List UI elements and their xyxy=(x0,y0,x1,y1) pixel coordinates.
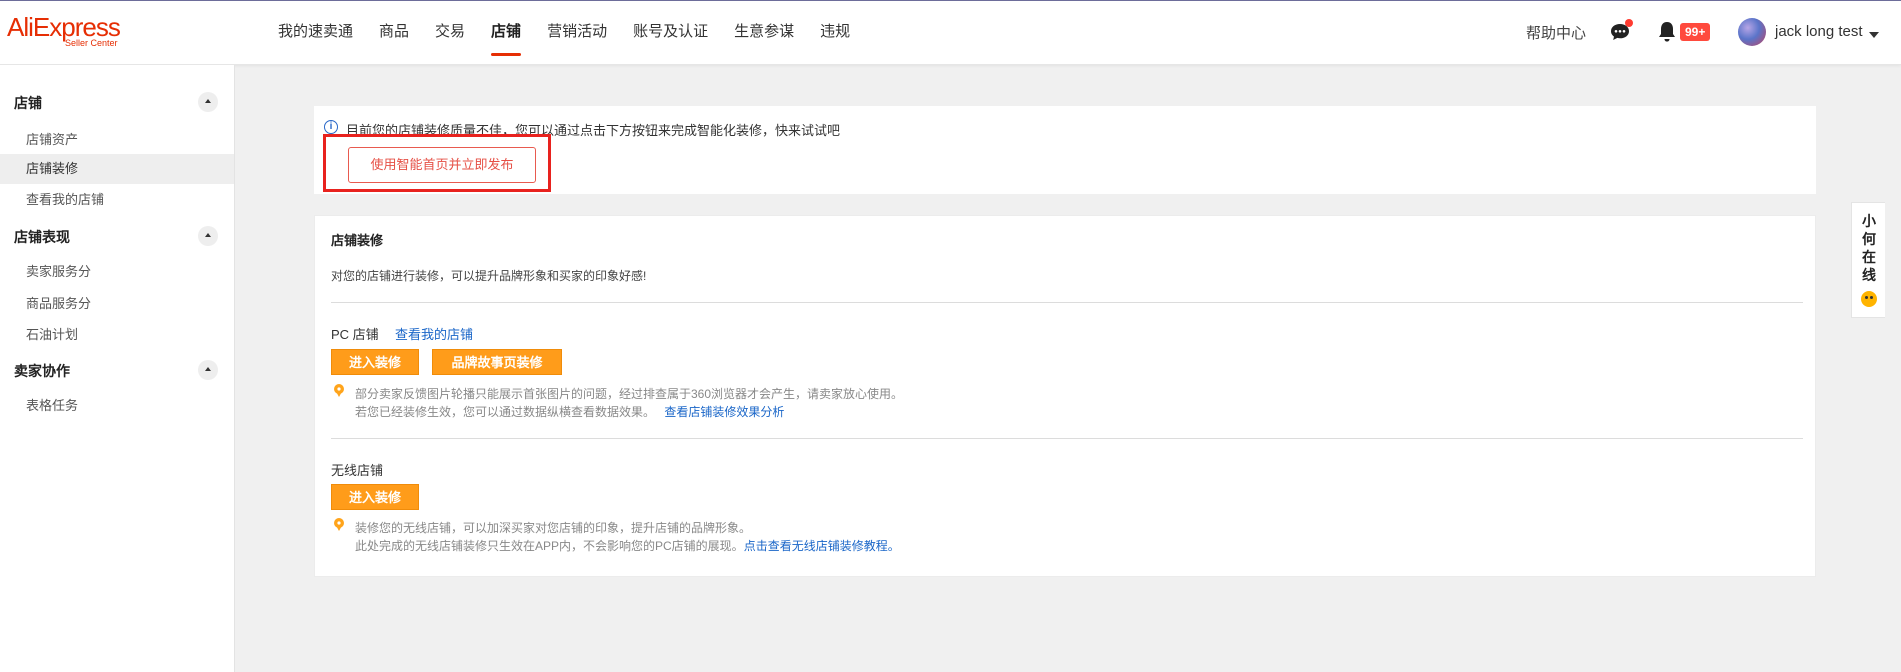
wireless-store-label: 无线店铺 xyxy=(331,463,384,478)
widget-char: 线 xyxy=(1862,267,1876,283)
collapse-performance-icon[interactable] xyxy=(198,226,218,246)
sidebar-item-store-assets[interactable]: 店铺资产 xyxy=(0,125,234,155)
pc-tip-line-1: 部分卖家反馈图片轮播只能展示首张图片的问题，经过排查属于360浏览器才会产生，请… xyxy=(355,387,904,401)
smart-decoration-notice: i 目前您的店铺装修质量不佳，您可以通过点击下方按钮来完成智能化装修，快来试试吧… xyxy=(314,106,1816,194)
sidebar-item-product-service-score[interactable]: 商品服务分 xyxy=(0,289,234,319)
pc-store-label: PC 店铺 xyxy=(331,327,379,342)
pc-enter-decoration-button[interactable]: 进入装修 xyxy=(331,349,419,375)
main-nav: 我的速卖通 商品 交易 店铺 营销活动 账号及认证 生意参谋 违规 xyxy=(278,0,876,64)
sidebar-group-store-performance[interactable]: 店铺表现 xyxy=(14,227,70,247)
user-name[interactable]: jack long test xyxy=(1775,23,1863,40)
decoration-analysis-link[interactable]: 查看店铺装修效果分析 xyxy=(664,405,784,419)
message-unread-dot xyxy=(1625,19,1633,27)
widget-char: 何 xyxy=(1862,231,1876,247)
nav-item-my-aliexpress[interactable]: 我的速卖通 xyxy=(278,0,353,64)
sidebar: 店铺 店铺资产 店铺装修 查看我的店铺 店铺表现 卖家服务分 商品服务分 石油计… xyxy=(0,65,235,672)
collapse-store-icon[interactable] xyxy=(198,92,218,112)
bulb-tip-icon xyxy=(334,384,344,397)
avatar[interactable] xyxy=(1738,18,1766,46)
wireless-tip-line-2: 此处完成的无线店铺装修只生效在APP内，不会影响您的PC店铺的展现。点击查看无线… xyxy=(355,537,900,554)
view-my-store-link[interactable]: 查看我的店铺 xyxy=(395,324,473,343)
use-smart-homepage-button[interactable]: 使用智能首页并立即发布 xyxy=(348,147,536,183)
collapse-collaboration-icon[interactable] xyxy=(198,360,218,380)
chevron-down-icon[interactable] xyxy=(1869,32,1879,38)
sidebar-item-store-decoration[interactable]: 店铺装修 xyxy=(0,154,234,184)
nav-item-account[interactable]: 账号及认证 xyxy=(633,0,708,64)
logo-brand: AliExpress xyxy=(7,12,121,42)
panel-title: 店铺装修 xyxy=(331,233,384,248)
top-bar: AliExpress Seller Center 我的速卖通 商品 交易 店铺 … xyxy=(0,0,1901,65)
pc-tip-line-2-text: 若您已经装修生效，您可以通过数据纵横查看数据效果。 xyxy=(355,405,656,419)
wireless-enter-decoration-button[interactable]: 进入装修 xyxy=(331,484,419,510)
nav-item-store[interactable]: 店铺 xyxy=(491,0,522,64)
mascot-icon xyxy=(1861,291,1877,307)
store-decoration-panel: 店铺装修 对您的店铺进行装修，可以提升品牌形象和买家的印象好感! PC 店铺 查… xyxy=(314,215,1816,577)
nav-item-trade[interactable]: 交易 xyxy=(435,0,465,64)
online-service-widget[interactable]: 小 何 在 线 xyxy=(1851,202,1885,318)
logo-subtitle: Seller Center xyxy=(65,38,118,48)
help-center-link[interactable]: 帮助中心 xyxy=(1526,22,1586,43)
sidebar-item-view-my-store[interactable]: 查看我的店铺 xyxy=(0,185,234,215)
sidebar-group-seller-collaboration[interactable]: 卖家协作 xyxy=(14,361,70,381)
aliexpress-logo[interactable]: AliExpress Seller Center xyxy=(7,12,121,48)
bulb-tip-icon xyxy=(334,518,344,531)
bell-icon[interactable] xyxy=(1656,20,1678,44)
nav-item-business-advisor[interactable]: 生意参谋 xyxy=(734,0,794,64)
wireless-tutorial-link[interactable]: 点击查看无线店铺装修教程。 xyxy=(744,539,900,553)
wireless-tip-line-2-text: 此处完成的无线店铺装修只生效在APP内，不会影响您的PC店铺的展现。 xyxy=(355,539,744,553)
widget-char: 小 xyxy=(1862,213,1876,229)
divider xyxy=(331,302,1803,303)
notification-badge: 99+ xyxy=(1680,23,1711,41)
widget-char: 在 xyxy=(1862,249,1876,265)
sidebar-item-petroleum-plan[interactable]: 石油计划 xyxy=(0,320,234,350)
pc-tip-line-2: 若您已经装修生效，您可以通过数据纵横查看数据效果。 查看店铺装修效果分析 xyxy=(355,403,784,420)
wireless-tip-line-1: 装修您的无线店铺，可以加深买家对您店铺的印象，提升店铺的品牌形象。 xyxy=(355,521,752,535)
panel-description: 对您的店铺进行装修，可以提升品牌形象和买家的印象好感! xyxy=(331,269,647,283)
sidebar-item-table-tasks[interactable]: 表格任务 xyxy=(0,391,234,421)
info-icon: i xyxy=(324,120,338,134)
sidebar-group-store[interactable]: 店铺 xyxy=(14,93,42,113)
divider xyxy=(331,438,1803,439)
nav-item-marketing[interactable]: 营销活动 xyxy=(547,0,607,64)
nav-item-violations[interactable]: 违规 xyxy=(820,0,850,64)
sidebar-item-seller-service-score[interactable]: 卖家服务分 xyxy=(0,257,234,287)
brand-story-decoration-button[interactable]: 品牌故事页装修 xyxy=(432,349,562,375)
nav-item-products[interactable]: 商品 xyxy=(379,0,409,64)
